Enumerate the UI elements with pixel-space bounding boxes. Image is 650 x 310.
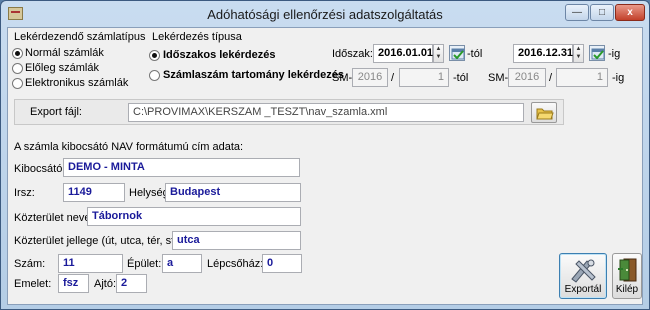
- period-label: Időszak:: [332, 48, 373, 60]
- close-button[interactable]: x: [615, 4, 645, 21]
- radio-periodic-query-label[interactable]: Időszakos lekérdezés: [163, 49, 276, 61]
- export-file-group: Export fájl: C:\PROVIMAX\KERSZAM _TESZT\…: [14, 99, 564, 125]
- range-to-number-input[interactable]: 1: [556, 68, 608, 87]
- period-to-spinner[interactable]: ▲ ▼: [573, 44, 584, 63]
- calendar-check-icon: [451, 48, 465, 60]
- export-file-path-input[interactable]: C:\PROVIMAX\KERSZAM _TESZT\nav_szamla.xm…: [128, 103, 524, 122]
- issuer-input[interactable]: DEMO - MINTA: [63, 158, 300, 177]
- folder-open-icon: [536, 108, 554, 120]
- range-from-separator: /: [391, 72, 395, 84]
- exit-button[interactable]: Kilép: [612, 253, 642, 299]
- radio-normal-invoices[interactable]: [12, 48, 23, 59]
- client-area: Lekérdezendő számlatípus Normál számlák …: [7, 27, 643, 305]
- city-input[interactable]: Budapest: [165, 183, 301, 202]
- range-to-separator: /: [549, 72, 553, 84]
- title-bar[interactable]: Adóhatósági ellenőrzési adatszolgáltatás…: [1, 1, 649, 27]
- browse-folder-button[interactable]: [531, 102, 557, 123]
- calendar-check-icon: [591, 48, 605, 60]
- radio-electronic-invoices-label[interactable]: Elektronikus számlák: [25, 77, 128, 89]
- radio-normal-invoices-label[interactable]: Normál számlák: [25, 47, 104, 59]
- range-from-number-input[interactable]: 1: [399, 68, 449, 87]
- floor-label: Emelet:: [14, 278, 52, 290]
- range-to-year-input[interactable]: 2016: [508, 68, 546, 87]
- number-input[interactable]: 11: [58, 254, 123, 273]
- street-type-label: Közterület jellege (út, utca, tér, stb.)…: [14, 235, 194, 247]
- issuer-label: Kibocsátó:: [14, 163, 66, 175]
- exit-button-label: Kilép: [615, 284, 639, 295]
- range-to-prefix: SM-: [488, 72, 509, 84]
- export-tools-icon: [571, 259, 596, 283]
- main-window: Adóhatósági ellenőrzési adatszolgáltatás…: [0, 0, 650, 310]
- radio-advance-invoices-label[interactable]: Előleg számlák: [25, 62, 99, 74]
- window-title: Adóhatósági ellenőrzési adatszolgáltatás: [207, 7, 443, 22]
- stair-label: Lépcsőház:: [207, 258, 264, 270]
- range-from-year-input[interactable]: 2016: [352, 68, 388, 87]
- door-input[interactable]: 2: [116, 274, 147, 293]
- building-label: Épület:: [127, 258, 162, 270]
- maximize-button[interactable]: □: [590, 4, 614, 21]
- address-heading: A számla kibocsátó NAV formátumú cím ada…: [14, 141, 244, 153]
- period-from-input[interactable]: 2016.01.01.: [373, 44, 436, 63]
- export-button-label: Exportál: [564, 284, 602, 295]
- range-to-suffix: -ig: [612, 72, 625, 84]
- period-from-spinner[interactable]: ▲ ▼: [433, 44, 444, 63]
- radio-advance-invoices[interactable]: [12, 63, 23, 74]
- floor-input[interactable]: fsz: [58, 274, 89, 293]
- period-to-suffix: -ig: [608, 48, 621, 60]
- export-button[interactable]: Exportál: [559, 253, 607, 299]
- radio-number-range-query[interactable]: [149, 70, 160, 81]
- street-type-input[interactable]: utca: [172, 231, 301, 250]
- exit-door-icon: [618, 258, 637, 282]
- radio-electronic-invoices[interactable]: [12, 78, 23, 89]
- zip-label: Irsz:: [14, 187, 35, 199]
- range-from-prefix: SM-: [332, 72, 353, 84]
- door-label: Ajtó:: [94, 278, 117, 290]
- zip-input[interactable]: 1149: [63, 183, 125, 202]
- radio-periodic-query[interactable]: [149, 50, 160, 61]
- period-from-suffix: -tól: [467, 48, 483, 60]
- query-mode-heading: Lekérdezés típusa: [152, 31, 242, 43]
- export-file-label: Export fájl:: [30, 106, 82, 118]
- minimize-button[interactable]: —: [565, 4, 589, 21]
- query-type-heading: Lekérdezendő számlatípus: [14, 31, 146, 43]
- period-to-calendar-button[interactable]: [589, 45, 605, 61]
- period-to-input[interactable]: 2016.12.31.: [513, 44, 576, 63]
- street-label: Közterület neve:: [14, 212, 94, 224]
- building-input[interactable]: a: [162, 254, 202, 273]
- range-from-suffix: -tól: [453, 72, 469, 84]
- period-from-calendar-button[interactable]: [449, 45, 465, 61]
- radio-number-range-query-label[interactable]: Számlaszám tartomány lekérdezés: [163, 69, 344, 81]
- number-label: Szám:: [14, 258, 46, 270]
- street-input[interactable]: Tábornok: [87, 207, 301, 226]
- stair-input[interactable]: 0: [262, 254, 302, 273]
